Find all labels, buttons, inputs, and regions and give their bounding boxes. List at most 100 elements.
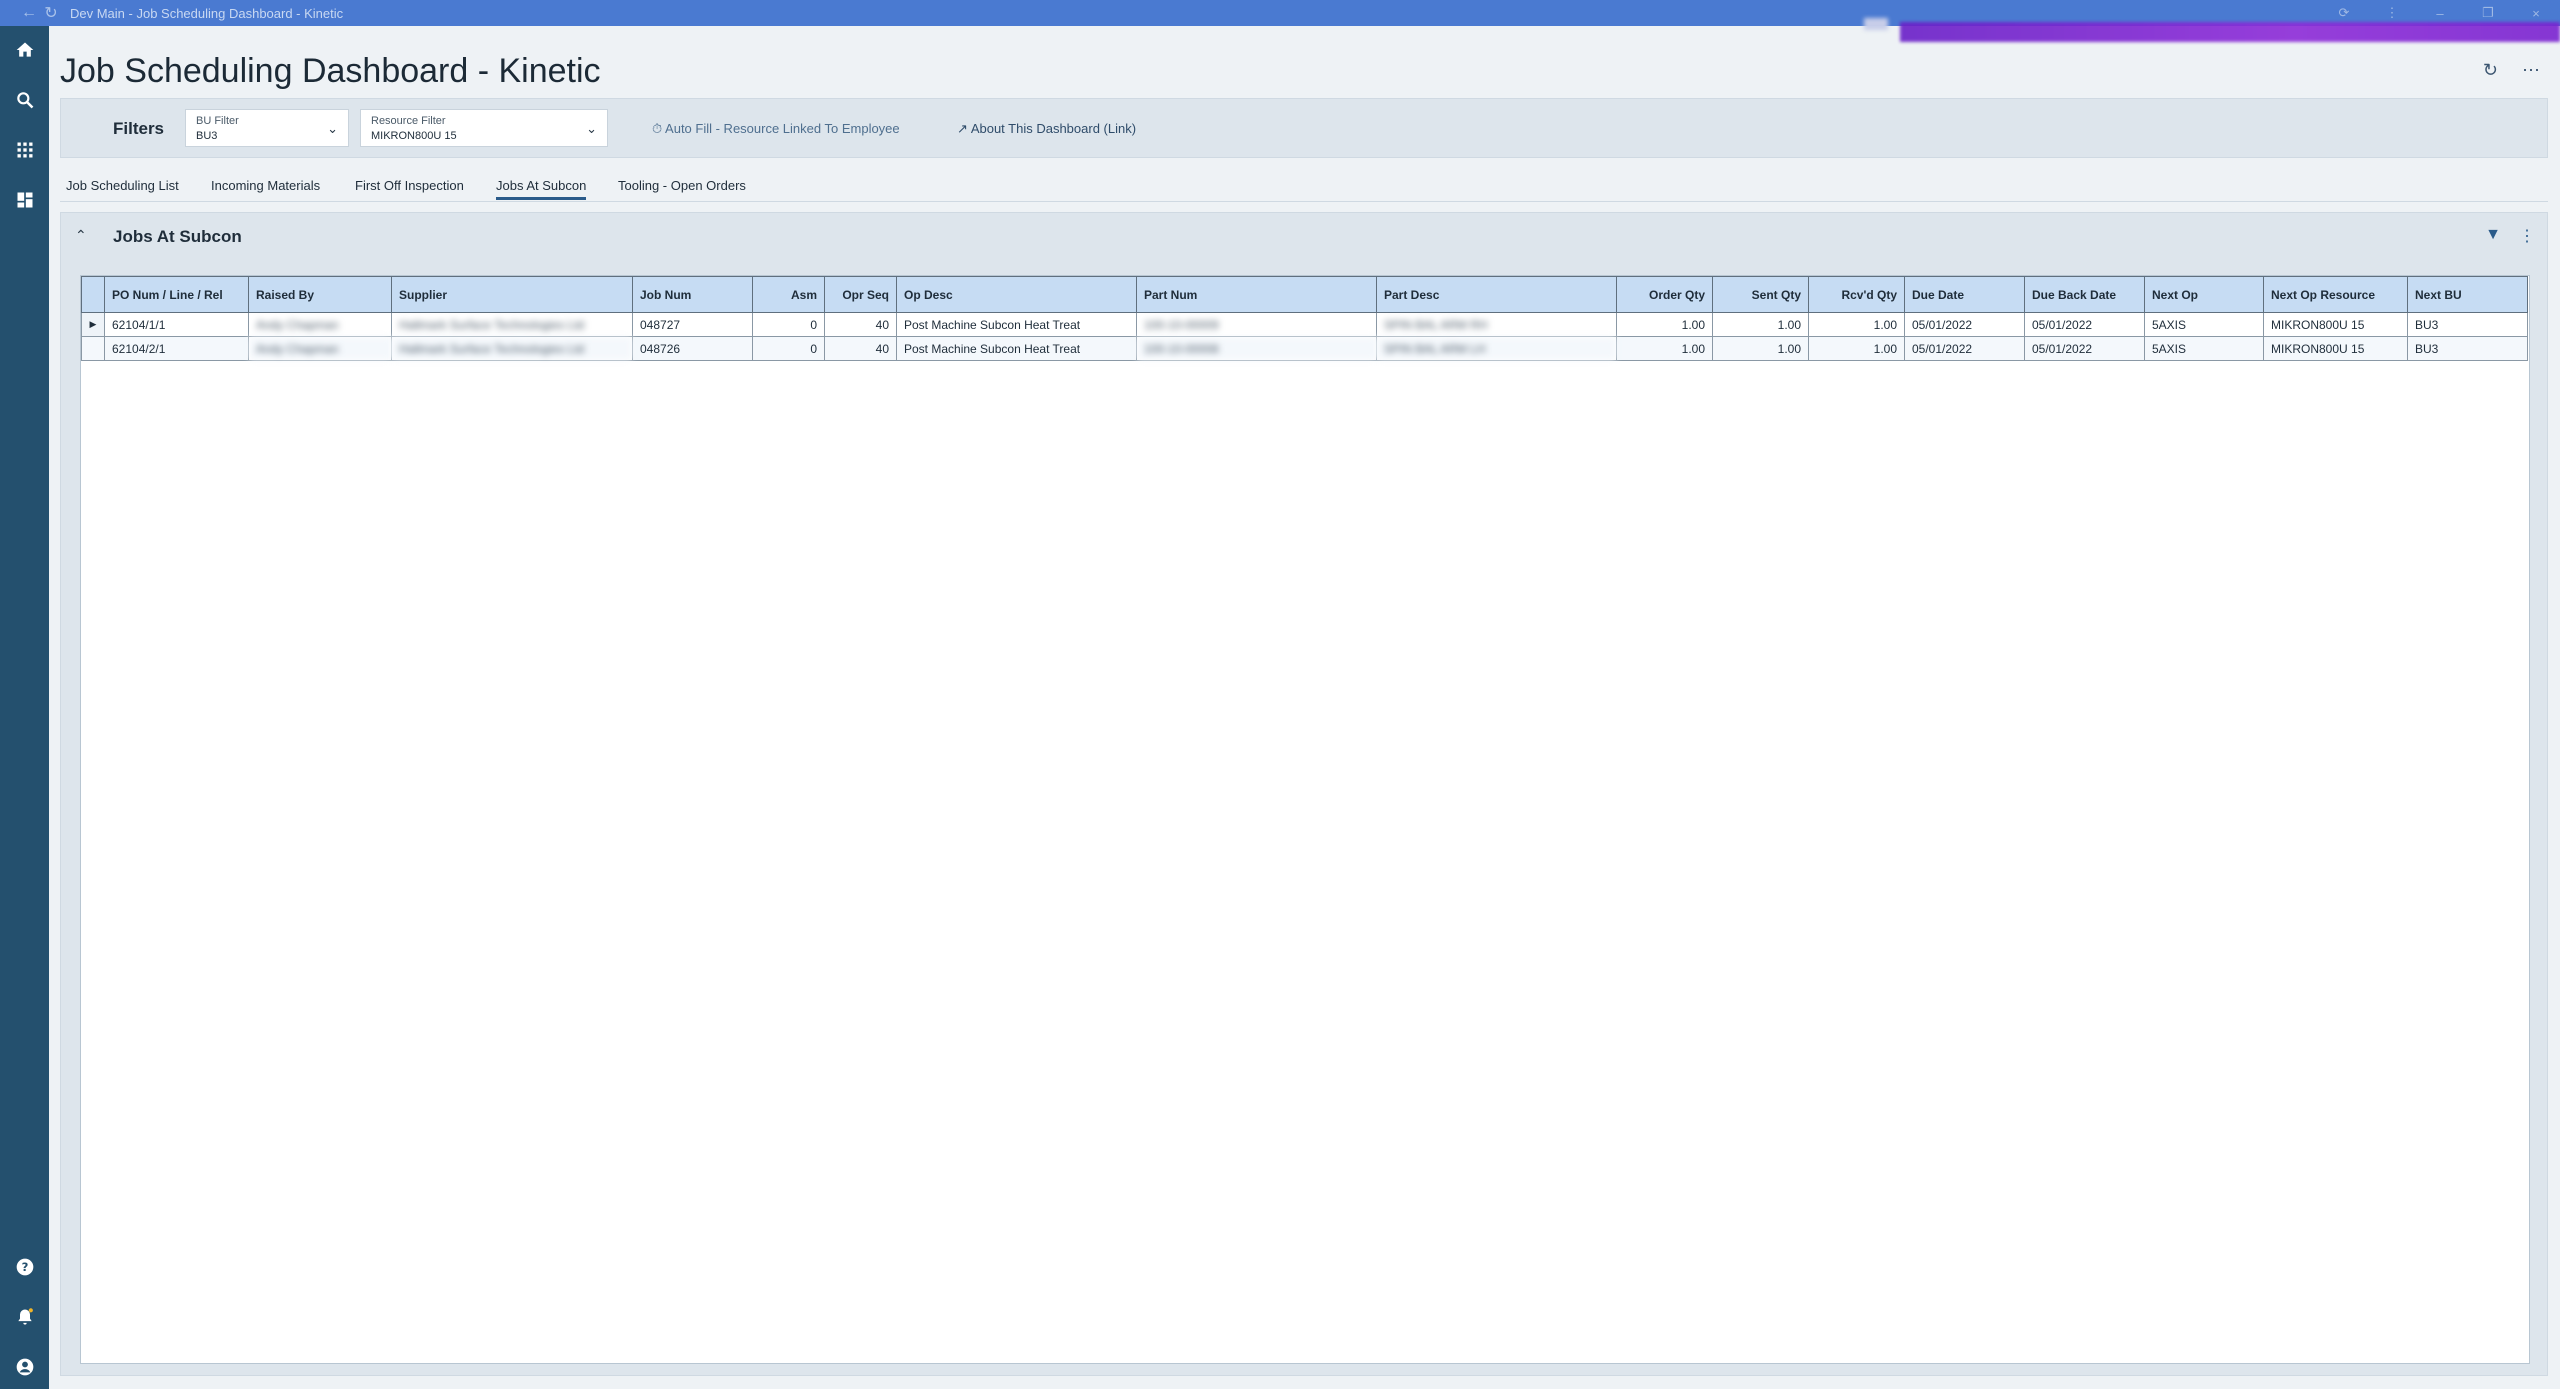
column-header[interactable]: Due Date — [1904, 276, 2025, 313]
table-cell[interactable]: 048726 — [632, 336, 753, 361]
column-header[interactable]: Rcv'd Qty — [1808, 276, 1905, 313]
column-header[interactable]: Asm — [752, 276, 825, 313]
tab-first-off-inspection[interactable]: First Off Inspection — [355, 178, 464, 193]
chevron-up-icon[interactable]: ⌃ — [75, 227, 87, 244]
dashboard-icon[interactable] — [0, 180, 49, 220]
column-header[interactable]: Raised By — [248, 276, 392, 313]
column-header[interactable]: Next Op — [2144, 276, 2264, 313]
table-cell[interactable]: Andy Chapman — [248, 336, 392, 361]
panel-title: Jobs At Subcon — [113, 227, 242, 246]
tab-incoming-materials[interactable]: Incoming Materials — [211, 178, 320, 193]
external-link-icon: ↗ — [957, 121, 968, 136]
table-cell[interactable]: 62104/1/1 — [104, 312, 249, 337]
refresh-icon[interactable]: ↻ — [40, 2, 62, 24]
tab-jobs-at-subcon[interactable]: Jobs At Subcon — [496, 178, 587, 200]
window-title: Dev Main - Job Scheduling Dashboard - Ki… — [70, 5, 344, 21]
table-cell[interactable]: Hallmark Surface Technologies Ltd — [391, 336, 633, 361]
jobs-table: PO Num / Line / Rel Raised By Supplier J… — [81, 276, 2528, 361]
column-header[interactable]: Order Qty — [1616, 276, 1713, 313]
user-account-icon[interactable] — [0, 1347, 49, 1387]
close-icon[interactable]: × — [2512, 6, 2560, 21]
table-cell[interactable]: 40 — [824, 312, 897, 337]
side-navigation: ? — [0, 26, 49, 1389]
more-vert-icon[interactable]: ⋮ — [2368, 5, 2416, 21]
table-cell[interactable]: 1.00 — [1808, 312, 1905, 337]
column-header[interactable]: Part Num — [1136, 276, 1377, 313]
table-cell[interactable]: 0 — [752, 312, 825, 337]
table-cell[interactable]: BU3 — [2407, 336, 2528, 361]
filter-icon[interactable]: ▼ — [2485, 226, 2501, 246]
table-cell[interactable]: 05/01/2022 — [1904, 312, 2025, 337]
redacted-overlay-small — [1864, 18, 1888, 30]
restore-icon[interactable]: ❐ — [2464, 5, 2512, 21]
table-cell[interactable]: 1.00 — [1616, 336, 1713, 361]
column-header[interactable]: Sent Qty — [1712, 276, 1809, 313]
current-row-indicator-icon[interactable]: ▶ — [81, 312, 105, 337]
table-cell[interactable]: SPIN BAL ARM RH — [1376, 312, 1617, 337]
home-icon[interactable] — [0, 30, 49, 70]
table-cell[interactable]: Post Machine Subcon Heat Treat — [896, 312, 1137, 337]
auto-fill-link[interactable]: ⏱ Auto Fill - Resource Linked To Employe… — [652, 121, 900, 137]
column-header[interactable]: Op Desc — [896, 276, 1137, 313]
notifications-icon[interactable] — [0, 1297, 49, 1337]
page-title: Job Scheduling Dashboard - Kinetic — [60, 52, 601, 90]
column-header[interactable]: Job Num — [632, 276, 753, 313]
table-cell[interactable]: 100-10-00008 — [1136, 336, 1377, 361]
resource-filter-value: MIKRON800U 15 — [371, 130, 457, 142]
table-cell[interactable]: MIKRON800U 15 — [2263, 312, 2408, 337]
jobs-at-subcon-panel: ⌃ Jobs At Subcon ▼ ⋮ PO Num / Line / Rel… — [60, 212, 2548, 1376]
row-selector[interactable] — [81, 336, 105, 361]
resource-filter-select[interactable]: Resource Filter MIKRON800U 15 ⌄ — [360, 109, 608, 147]
table-row[interactable]: ▶ 62104/1/1 Andy Chapman Hallmark Surfac… — [81, 312, 2528, 337]
about-dashboard-label: About This Dashboard (Link) — [970, 121, 1137, 136]
table-cell[interactable]: SPIN BAL ARM LH — [1376, 336, 1617, 361]
table-row[interactable]: 62104/2/1 Andy Chapman Hallmark Surface … — [81, 336, 2528, 361]
column-header[interactable]: Opr Seq — [824, 276, 897, 313]
table-cell[interactable]: Post Machine Subcon Heat Treat — [896, 336, 1137, 361]
sync-icon[interactable]: ⟳ — [2320, 5, 2368, 21]
chevron-down-icon[interactable]: ⌄ — [586, 121, 597, 137]
column-header[interactable]: Supplier — [391, 276, 633, 313]
column-header[interactable]: Due Back Date — [2024, 276, 2145, 313]
table-cell[interactable]: MIKRON800U 15 — [2263, 336, 2408, 361]
tab-job-scheduling-list[interactable]: Job Scheduling List — [66, 178, 179, 193]
table-cell[interactable]: 5AXIS — [2144, 336, 2264, 361]
svg-text:?: ? — [21, 1260, 28, 1274]
column-header[interactable]: PO Num / Line / Rel — [104, 276, 249, 313]
column-header[interactable]: Next Op Resource — [2263, 276, 2408, 313]
refresh-icon[interactable]: ↻ — [2483, 60, 2498, 81]
table-cell[interactable]: 100-10-00009 — [1136, 312, 1377, 337]
table-cell[interactable]: 0 — [752, 336, 825, 361]
table-cell[interactable]: 40 — [824, 336, 897, 361]
table-cell[interactable]: 1.00 — [1616, 312, 1713, 337]
table-cell[interactable]: 1.00 — [1712, 336, 1809, 361]
more-options-icon[interactable]: ⋯ — [2522, 60, 2540, 81]
table-cell[interactable]: 05/01/2022 — [1904, 336, 2025, 361]
table-cell[interactable]: 05/01/2022 — [2024, 312, 2145, 337]
apps-grid-icon[interactable] — [0, 130, 49, 170]
redacted-overlay — [1900, 22, 2560, 42]
bu-filter-label: BU Filter — [196, 115, 239, 127]
table-cell[interactable]: 05/01/2022 — [2024, 336, 2145, 361]
about-dashboard-link[interactable]: ↗ About This Dashboard (Link) — [957, 121, 1136, 137]
table-cell[interactable]: 62104/2/1 — [104, 336, 249, 361]
minimize-icon[interactable]: – — [2416, 6, 2464, 21]
table-header-row: PO Num / Line / Rel Raised By Supplier J… — [81, 276, 2528, 313]
chevron-down-icon[interactable]: ⌄ — [327, 121, 338, 137]
more-vert-icon[interactable]: ⋮ — [2519, 226, 2535, 246]
table-cell[interactable]: 048727 — [632, 312, 753, 337]
back-arrow-icon[interactable]: ← — [18, 2, 40, 24]
help-icon[interactable]: ? — [0, 1247, 49, 1287]
table-cell[interactable]: Andy Chapman — [248, 312, 392, 337]
table-cell[interactable]: 5AXIS — [2144, 312, 2264, 337]
table-cell[interactable]: 1.00 — [1712, 312, 1809, 337]
column-header[interactable]: Part Desc — [1376, 276, 1617, 313]
bu-filter-select[interactable]: BU Filter BU3 ⌄ — [185, 109, 349, 147]
tab-tooling-open-orders[interactable]: Tooling - Open Orders — [618, 178, 746, 193]
table-cell[interactable]: 1.00 — [1808, 336, 1905, 361]
search-icon[interactable] — [0, 80, 49, 120]
column-header[interactable]: Next BU — [2407, 276, 2528, 313]
bu-filter-value: BU3 — [196, 130, 218, 142]
table-cell[interactable]: Hallmark Surface Technologies Ltd — [391, 312, 633, 337]
table-cell[interactable]: BU3 — [2407, 312, 2528, 337]
